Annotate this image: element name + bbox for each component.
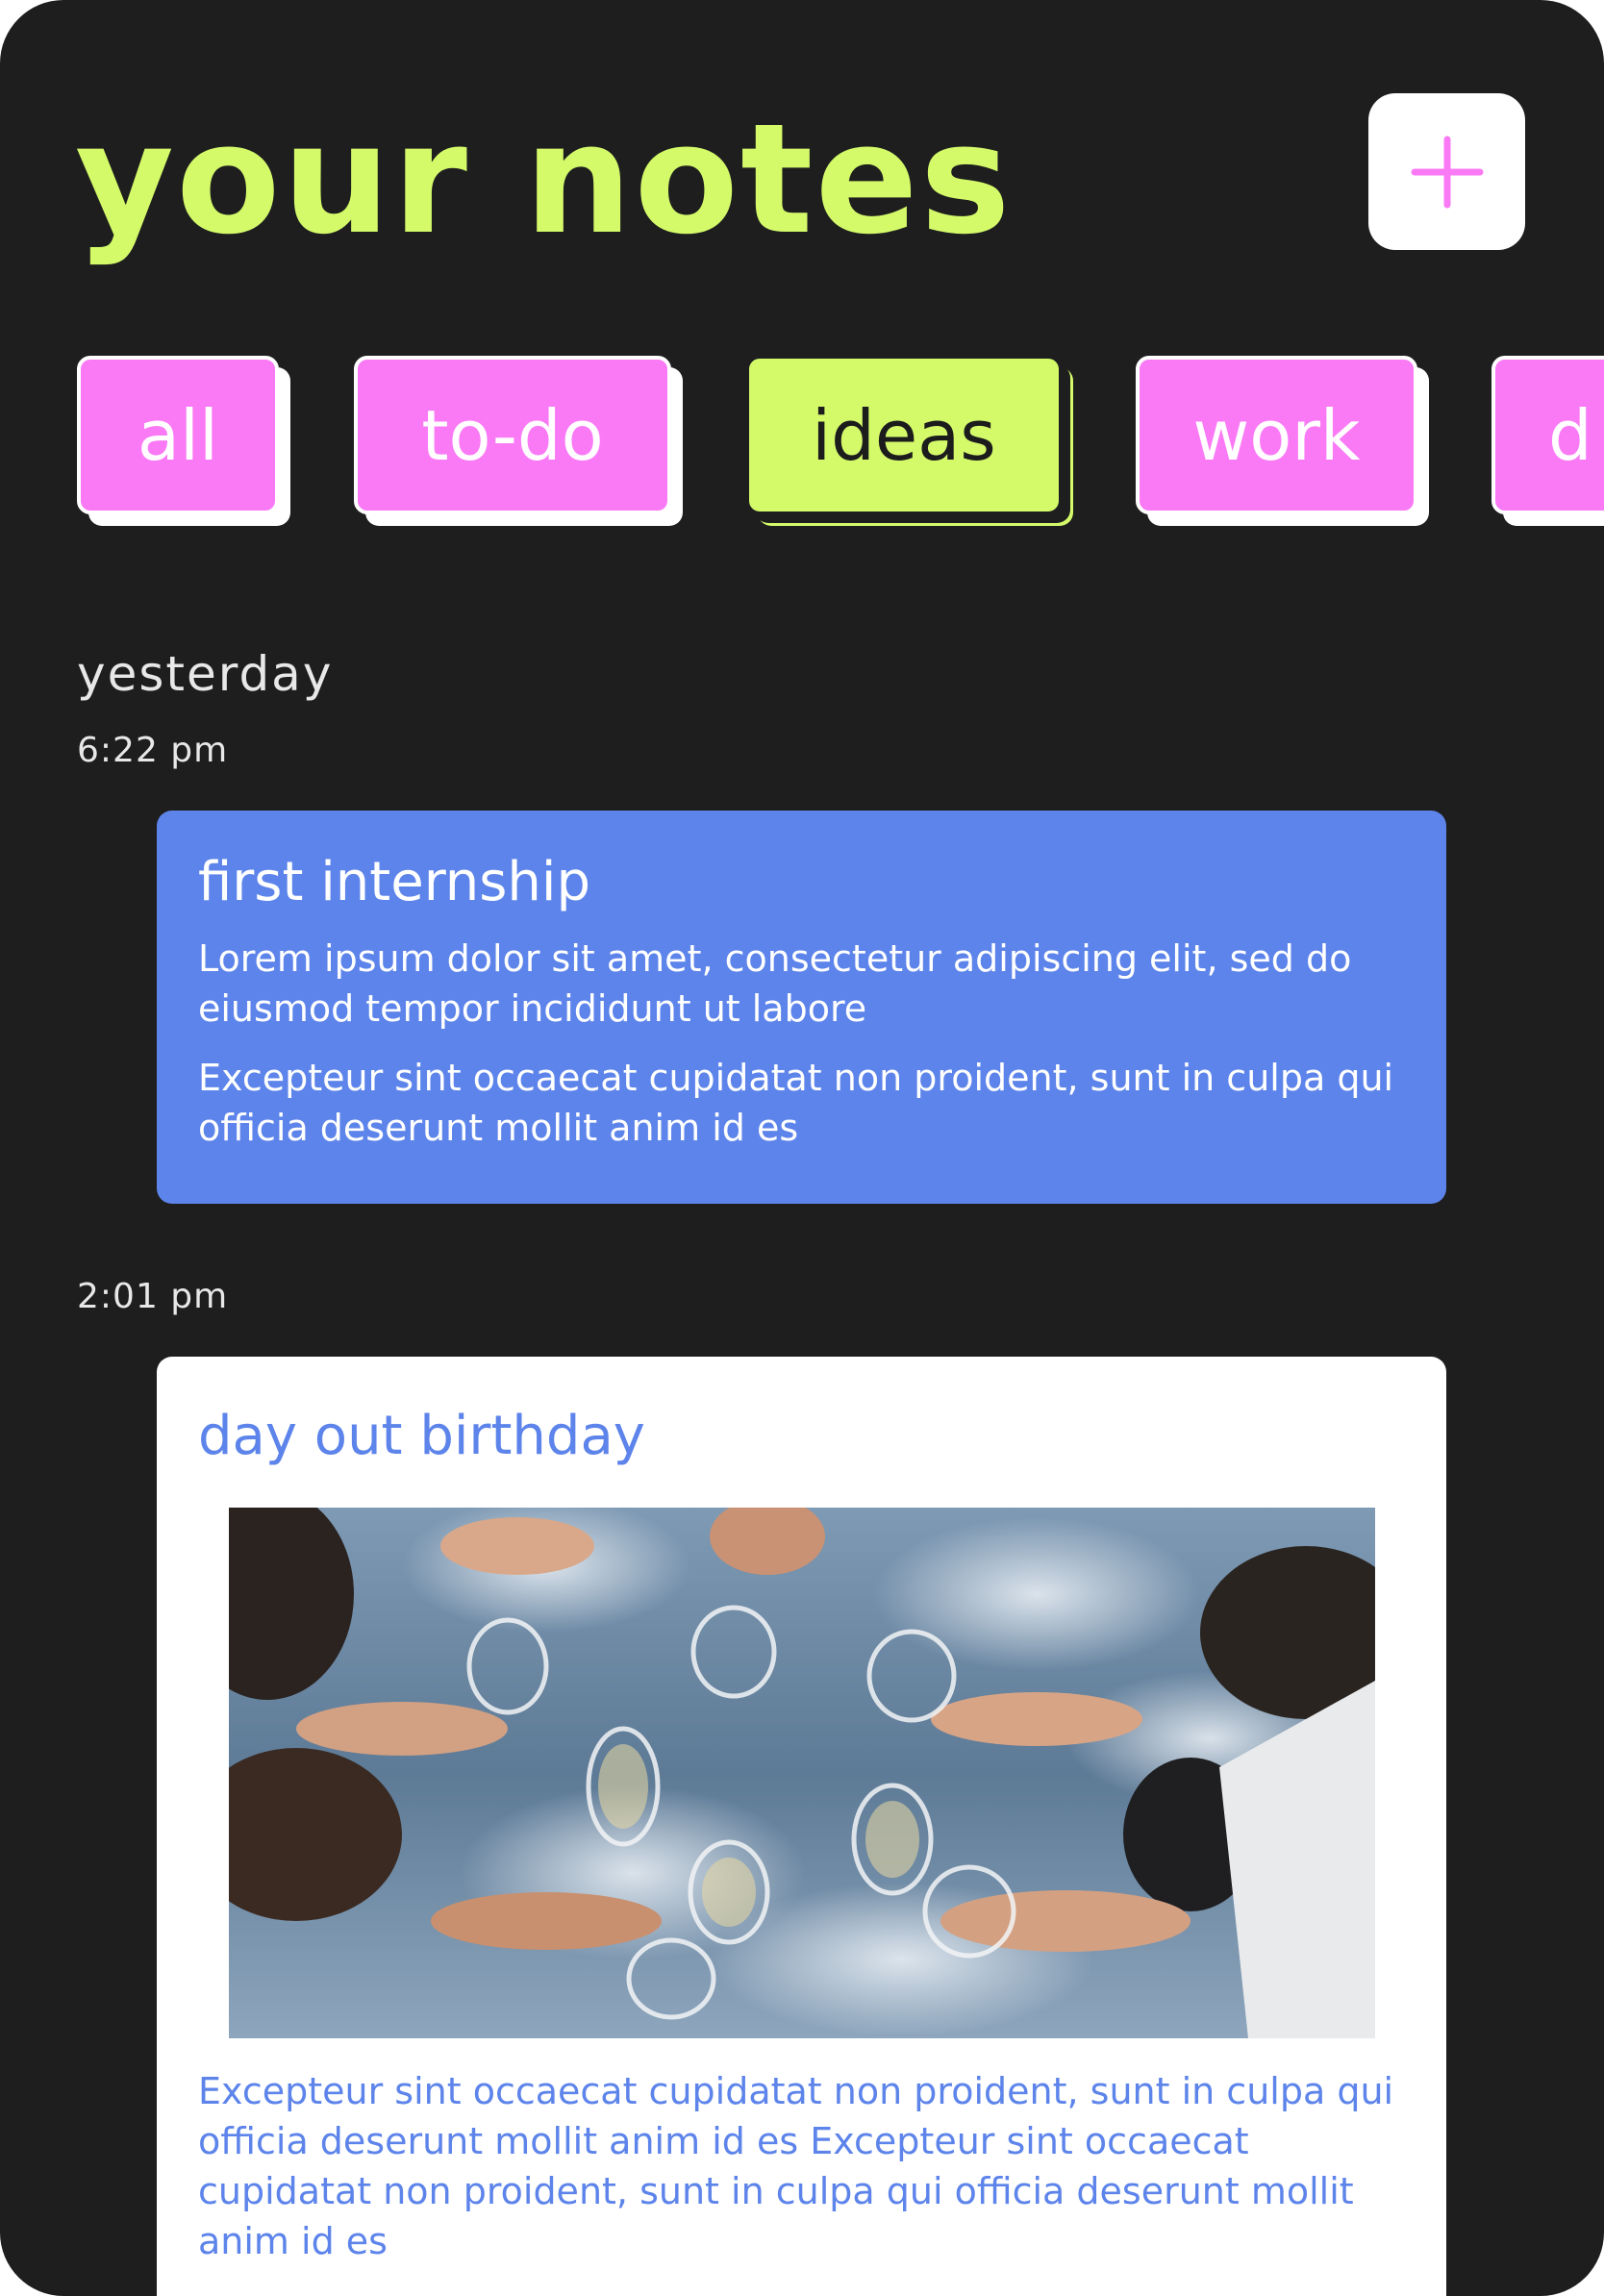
filter-chip-partial[interactable]: d — [1491, 356, 1604, 514]
filter-chip-label: work — [1192, 394, 1361, 476]
plus-icon — [1411, 136, 1483, 208]
note-paragraph: Lorem ipsum dolor sit amet, consectetur … — [198, 937, 1352, 1030]
filter-chip-label: d — [1548, 394, 1592, 476]
filter-chip-work[interactable]: work — [1136, 356, 1417, 514]
filter-chip-to-do[interactable]: to-do — [354, 356, 671, 514]
note-paragraph: Excepteur sint occaecat cupidatat non pr… — [198, 1057, 1394, 1149]
note-title: first internship — [198, 851, 590, 913]
note-card-day-out-birthday[interactable]: day out birthday Excepteur sint occaecat… — [157, 1357, 1446, 2296]
filter-chip-all[interactable]: all — [77, 356, 279, 514]
filter-chip-ideas[interactable]: ideas — [746, 356, 1062, 514]
filter-chip-label: ideas — [812, 394, 996, 476]
note-photo — [229, 1508, 1375, 2038]
time-label: 6:22 pm — [77, 731, 229, 770]
note-card-first-internship[interactable]: first internship Lorem ipsum dolor sit a… — [157, 811, 1446, 1204]
note-title: day out birthday — [198, 1405, 645, 1467]
notes-app: your notes all to-do ideas work d yester… — [0, 0, 1604, 2296]
filter-chip-label: all — [137, 394, 219, 476]
day-group-label: yesterday — [77, 646, 334, 702]
time-label: 2:01 pm — [77, 1277, 229, 1316]
page-title: your notes — [75, 91, 1013, 268]
note-paragraph: Excepteur sint occaecat cupidatat non pr… — [198, 2070, 1394, 2262]
add-note-button[interactable] — [1368, 93, 1525, 250]
filter-chip-label: to-do — [421, 394, 604, 476]
